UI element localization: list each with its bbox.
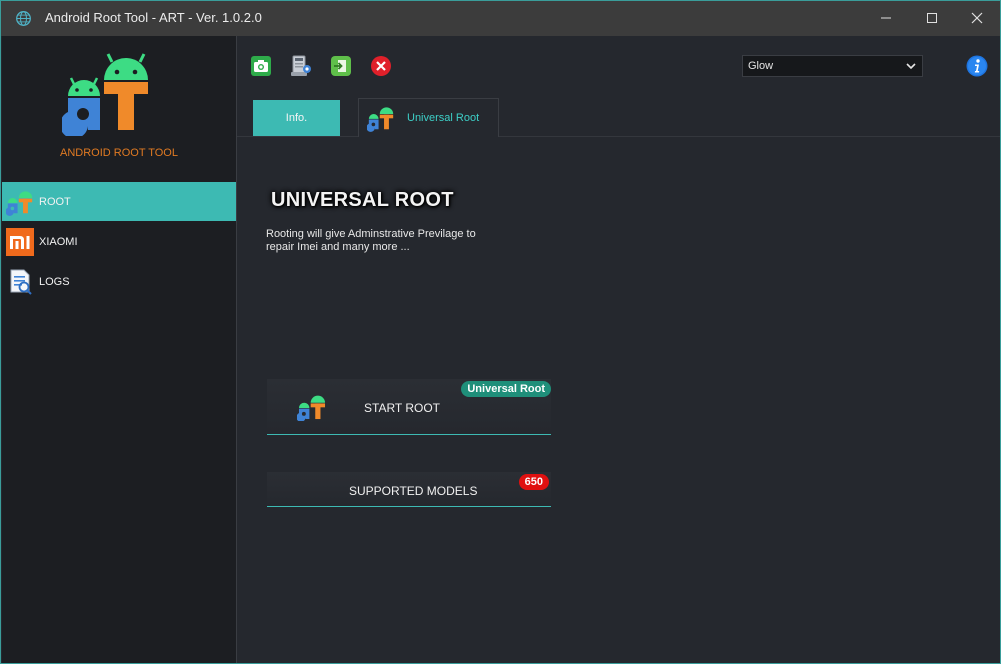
exit-button[interactable] [329, 54, 353, 78]
theme-select-value: Glow [748, 60, 774, 72]
art-logo-icon [367, 107, 394, 132]
mi-logo-icon [6, 227, 34, 256]
screenshot-camera-icon [251, 56, 271, 76]
minimize-icon [881, 17, 891, 18]
sidebar-item-label: ROOT [39, 195, 71, 208]
sidebar-item-label: XIAOMI [39, 235, 78, 248]
exit-door-icon [331, 56, 351, 76]
tab-label: Info. [285, 112, 308, 124]
close-button[interactable] [954, 1, 1000, 34]
log-document-icon [10, 269, 32, 295]
universal-root-panel: UNIVERSAL ROOT Rooting will give Adminst… [237, 137, 1000, 663]
tab-universal-root[interactable]: Universal Root [358, 98, 499, 137]
screenshot-button[interactable] [249, 54, 273, 78]
cancel-button[interactable] [369, 54, 393, 78]
globe-icon [16, 11, 31, 26]
start-root-button[interactable]: START ROOT Universal Root [267, 379, 551, 435]
title-bar[interactable]: Android Root Tool - ART - Ver. 1.0.2.0 [1, 1, 1000, 36]
sidebar-item-logs[interactable]: LOGS [2, 262, 236, 301]
theme-select[interactable]: Glow [742, 55, 923, 77]
info-icon[interactable] [966, 55, 988, 77]
device-manager-icon [291, 55, 311, 76]
sidebar: ANDROID ROOT TOOL ROOT XIAOMI LOGS [2, 36, 237, 663]
window-title: Android Root Tool - ART - Ver. 1.0.2.0 [45, 10, 262, 25]
cancel-red-x-icon [371, 56, 391, 76]
art-logo-icon [6, 190, 33, 216]
models-count-badge: 650 [518, 474, 549, 490]
art-logo-icon [297, 395, 326, 421]
description-text: Rooting will give Adminstrative Previlag… [266, 228, 476, 253]
supported-models-label: SUPPORTED MODELS [349, 484, 478, 498]
supported-models-button[interactable]: SUPPORTED MODELS 650 [267, 472, 551, 507]
main-panel: Glow Info. Universal Root UNIVERSAL ROOT… [237, 36, 1000, 663]
close-icon [971, 12, 983, 23]
minimize-button[interactable] [863, 1, 909, 34]
maximize-icon [927, 12, 937, 23]
sidebar-item-root[interactable]: ROOT [2, 182, 236, 221]
maximize-button[interactable] [909, 1, 955, 34]
art-logo-icon [62, 53, 148, 136]
chevron-down-icon [906, 63, 916, 70]
sidebar-item-label: LOGS [39, 275, 70, 288]
page-title: UNIVERSAL ROOT [271, 189, 454, 211]
app-window: Android Root Tool - ART - Ver. 1.0.2.0 A… [0, 0, 1001, 664]
start-root-label: START ROOT [364, 401, 441, 415]
sidebar-item-xiaomi[interactable]: XIAOMI [2, 222, 236, 261]
tab-label: Universal Root [407, 112, 480, 124]
universal-root-badge: Universal Root [461, 381, 551, 397]
logo-text: ANDROID ROOT TOOL [60, 147, 178, 159]
device-manager-button[interactable] [289, 54, 313, 78]
tab-info[interactable]: Info. [253, 100, 340, 136]
